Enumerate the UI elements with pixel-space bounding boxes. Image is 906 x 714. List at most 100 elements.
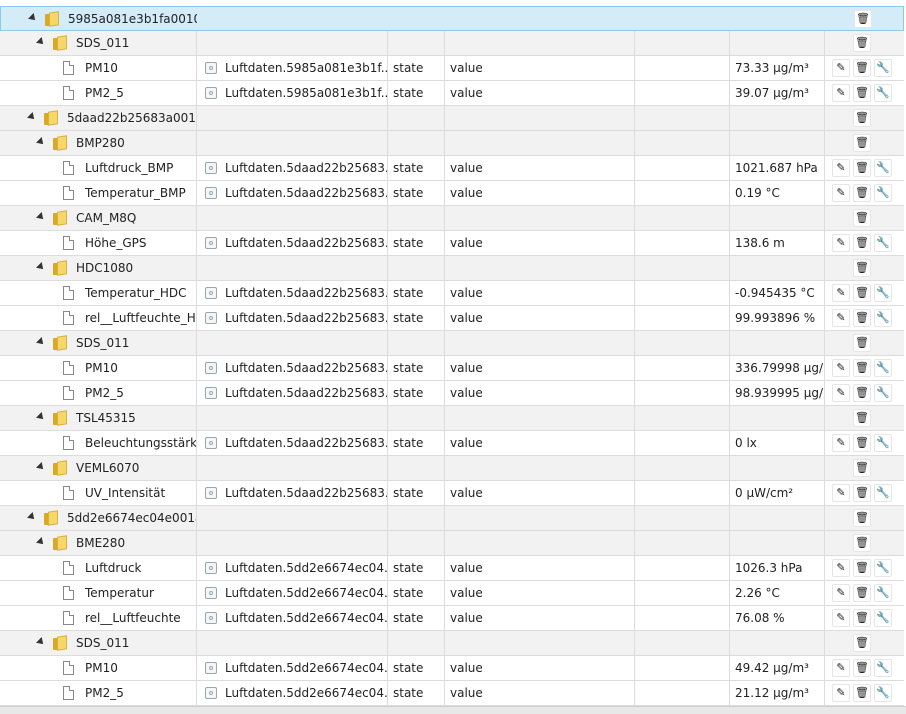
delete-button[interactable]: 🗑 bbox=[853, 409, 871, 427]
edit-button[interactable]: ✎ bbox=[832, 609, 850, 627]
edit-button[interactable]: ✎ bbox=[832, 384, 850, 402]
settings-button[interactable]: 🔧 bbox=[874, 659, 892, 677]
delete-button[interactable]: 🗑 bbox=[853, 359, 871, 377]
settings-button[interactable]: 🔧 bbox=[874, 484, 892, 502]
edit-button[interactable]: ✎ bbox=[832, 84, 850, 102]
delete-button[interactable]: 🗑 bbox=[853, 659, 871, 677]
delete-button[interactable]: 🗑 bbox=[853, 234, 871, 252]
channel-row[interactable]: BME280 🗑 bbox=[0, 531, 904, 556]
expand-toggle-icon[interactable] bbox=[36, 37, 46, 47]
expand-toggle-icon[interactable] bbox=[36, 337, 46, 347]
state-row[interactable]: Luftdruck_BMP Luftdaten.5daad22b25683... s… bbox=[0, 156, 904, 181]
state-row[interactable]: Temperatur_BMP Luftdaten.5daad22b25683...… bbox=[0, 181, 904, 206]
state-row[interactable]: PM2_5 Luftdaten.5985a081e3b1f... state valu… bbox=[0, 81, 904, 106]
delete-button[interactable]: 🗑 bbox=[853, 384, 871, 402]
channel-row[interactable]: BMP280 🗑 bbox=[0, 131, 904, 156]
expand-toggle-icon[interactable] bbox=[36, 637, 46, 647]
expand-toggle-icon[interactable] bbox=[36, 137, 46, 147]
channel-row[interactable]: SDS_011 🗑 bbox=[0, 631, 904, 656]
channel-row[interactable]: TSL45315 🗑 bbox=[0, 406, 904, 431]
edit-button[interactable]: ✎ bbox=[832, 234, 850, 252]
state-row[interactable]: Luftdruck Luftdaten.5dd2e6674ec04... state… bbox=[0, 556, 904, 581]
settings-button[interactable]: 🔧 bbox=[874, 559, 892, 577]
expand-toggle-icon[interactable] bbox=[36, 537, 46, 547]
delete-button[interactable]: 🗑 bbox=[853, 584, 871, 602]
edit-button[interactable]: ✎ bbox=[832, 284, 850, 302]
state-row[interactable]: rel__Luftfeuchte_HI Luftdaten.5daad22b256… bbox=[0, 306, 904, 331]
settings-button[interactable]: 🔧 bbox=[874, 309, 892, 327]
delete-button[interactable]: 🗑 bbox=[853, 634, 871, 652]
state-row[interactable]: Höhe_GPS Luftdaten.5daad22b25683... state v… bbox=[0, 231, 904, 256]
state-row[interactable]: PM2_5 Luftdaten.5daad22b25683... state valu… bbox=[0, 381, 904, 406]
edit-button[interactable]: ✎ bbox=[832, 434, 850, 452]
state-row[interactable]: Beleuchtungsstärke Luftdaten.5daad22b2568… bbox=[0, 431, 904, 456]
state-row[interactable]: PM10 Luftdaten.5dd2e6674ec04... state value… bbox=[0, 656, 904, 681]
state-row[interactable]: Temperatur Luftdaten.5dd2e6674ec04... stat… bbox=[0, 581, 904, 606]
delete-button[interactable]: 🗑 bbox=[853, 434, 871, 452]
device-row[interactable]: 5985a081e3b1fa00107 🗑 bbox=[0, 6, 904, 31]
settings-button[interactable]: 🔧 bbox=[874, 234, 892, 252]
delete-button[interactable]: 🗑 bbox=[853, 34, 871, 52]
delete-button[interactable]: 🗑 bbox=[853, 509, 871, 527]
edit-button[interactable]: ✎ bbox=[832, 59, 850, 77]
delete-button[interactable]: 🗑 bbox=[853, 559, 871, 577]
channel-row[interactable]: HDC1080 🗑 bbox=[0, 256, 904, 281]
edit-button[interactable]: ✎ bbox=[832, 359, 850, 377]
expand-toggle-icon[interactable] bbox=[36, 462, 46, 472]
settings-button[interactable]: 🔧 bbox=[874, 384, 892, 402]
channel-row[interactable]: SDS_011 🗑 bbox=[0, 31, 904, 56]
state-row[interactable]: PM10 Luftdaten.5985a081e3b1f... state value… bbox=[0, 56, 904, 81]
settings-button[interactable]: 🔧 bbox=[874, 584, 892, 602]
edit-button[interactable]: ✎ bbox=[832, 584, 850, 602]
expand-toggle-icon[interactable] bbox=[36, 212, 46, 222]
settings-button[interactable]: 🔧 bbox=[874, 84, 892, 102]
edit-button[interactable]: ✎ bbox=[832, 559, 850, 577]
channel-row[interactable]: SDS_011 🗑 bbox=[0, 331, 904, 356]
expand-toggle-icon[interactable] bbox=[28, 13, 38, 23]
delete-button[interactable]: 🗑 bbox=[853, 684, 871, 702]
delete-button[interactable]: 🗑 bbox=[853, 484, 871, 502]
channel-row[interactable]: VEML6070 🗑 bbox=[0, 456, 904, 481]
settings-button[interactable]: 🔧 bbox=[874, 159, 892, 177]
device-row[interactable]: 5dd2e6674ec04e001aa 🗑 bbox=[0, 506, 904, 531]
delete-button[interactable]: 🗑 bbox=[853, 534, 871, 552]
delete-button[interactable]: 🗑 bbox=[853, 209, 871, 227]
channel-row[interactable]: CAM_M8Q 🗑 bbox=[0, 206, 904, 231]
delete-button[interactable]: 🗑 bbox=[853, 259, 871, 277]
state-row[interactable]: Temperatur_HDC Luftdaten.5daad22b25683...… bbox=[0, 281, 904, 306]
edit-button[interactable]: ✎ bbox=[832, 659, 850, 677]
expand-toggle-icon[interactable] bbox=[36, 262, 46, 272]
delete-button[interactable]: 🗑 bbox=[853, 184, 871, 202]
delete-button[interactable]: 🗑 bbox=[853, 109, 871, 127]
settings-button[interactable]: 🔧 bbox=[874, 359, 892, 377]
delete-button[interactable]: 🗑 bbox=[853, 309, 871, 327]
delete-button[interactable]: 🗑 bbox=[853, 284, 871, 302]
delete-button[interactable]: 🗑 bbox=[853, 159, 871, 177]
settings-button[interactable]: 🔧 bbox=[874, 684, 892, 702]
expand-toggle-icon[interactable] bbox=[27, 112, 37, 122]
settings-button[interactable]: 🔧 bbox=[874, 59, 892, 77]
settings-button[interactable]: 🔧 bbox=[874, 184, 892, 202]
settings-button[interactable]: 🔧 bbox=[874, 434, 892, 452]
state-row[interactable]: PM10 Luftdaten.5daad22b25683... state value… bbox=[0, 356, 904, 381]
delete-button[interactable]: 🗑 bbox=[853, 459, 871, 477]
edit-button[interactable]: ✎ bbox=[832, 184, 850, 202]
state-row[interactable]: PM2_5 Luftdaten.5dd2e6674ec04... state valu… bbox=[0, 681, 904, 706]
delete-button[interactable]: 🗑 bbox=[853, 134, 871, 152]
settings-button[interactable]: 🔧 bbox=[874, 284, 892, 302]
expand-toggle-icon[interactable] bbox=[36, 412, 46, 422]
delete-button[interactable]: 🗑 bbox=[853, 334, 871, 352]
settings-button[interactable]: 🔧 bbox=[874, 609, 892, 627]
device-row[interactable]: 5daad22b25683a001a(🗑 bbox=[0, 106, 904, 131]
expand-toggle-icon[interactable] bbox=[27, 512, 37, 522]
delete-button[interactable]: 🗑 bbox=[854, 10, 872, 28]
edit-button[interactable]: ✎ bbox=[832, 684, 850, 702]
delete-button[interactable]: 🗑 bbox=[853, 84, 871, 102]
delete-button[interactable]: 🗑 bbox=[853, 59, 871, 77]
state-row[interactable]: UV_Intensität Luftdaten.5daad22b25683... s… bbox=[0, 481, 904, 506]
edit-button[interactable]: ✎ bbox=[832, 159, 850, 177]
edit-button[interactable]: ✎ bbox=[832, 309, 850, 327]
state-row[interactable]: rel__Luftfeuchte Luftdaten.5dd2e6674ec04.… bbox=[0, 606, 904, 631]
delete-button[interactable]: 🗑 bbox=[853, 609, 871, 627]
edit-button[interactable]: ✎ bbox=[832, 484, 850, 502]
